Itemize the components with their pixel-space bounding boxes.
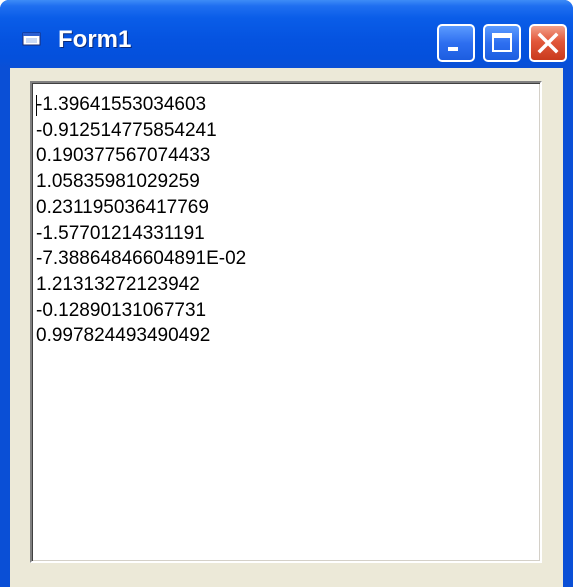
- textbox-lines: -1.39641553034603 -0.912514775854241 0.1…: [36, 92, 246, 349]
- textbox-line: 0.231195036417769: [36, 196, 209, 218]
- title-bar[interactable]: Form1: [0, 0, 573, 68]
- minimize-button[interactable]: [437, 24, 475, 62]
- output-textbox[interactable]: -1.39641553034603 -0.912514775854241 0.1…: [30, 81, 542, 563]
- close-icon: [537, 32, 559, 54]
- textbox-line: -0.912514775854241: [36, 119, 217, 141]
- maximize-icon: [492, 33, 512, 52]
- textbox-line: 1.21313272123942: [36, 273, 200, 295]
- close-button[interactable]: [529, 24, 567, 62]
- textbox-line: 0.190377567074433: [36, 145, 211, 167]
- textbox-line: 0.997824493490492: [36, 325, 211, 347]
- textbox-line: -7.38864846604891E-02: [36, 248, 247, 270]
- textbox-line: -1.39641553034603: [36, 94, 207, 115]
- textbox-line: 1.05835981029259: [36, 171, 200, 193]
- form-client-area: -1.39641553034603 -0.912514775854241 0.1…: [10, 68, 563, 587]
- textbox-line: -0.12890131067731: [36, 299, 207, 321]
- text-caret: [36, 95, 37, 116]
- form1-window: Form1 -1.39641553034603 -0.9125147758542…: [0, 0, 573, 587]
- textbox-line: -1.57701214331191: [36, 222, 205, 244]
- window-title: Form1: [58, 26, 132, 53]
- maximize-button[interactable]: [483, 24, 521, 62]
- minimize-icon: [448, 47, 458, 51]
- form-window-icon[interactable]: [22, 31, 42, 47]
